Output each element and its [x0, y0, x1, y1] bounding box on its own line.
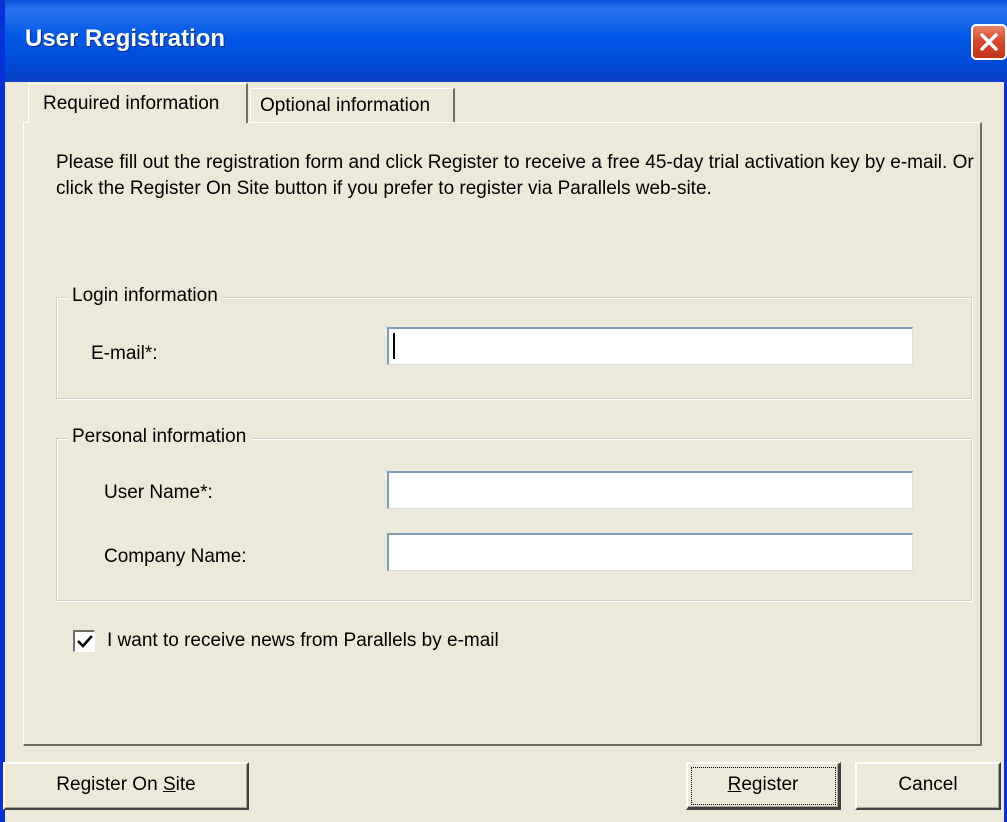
company-label: Company Name:: [104, 546, 247, 567]
register-on-site-button[interactable]: Register On Site: [3, 762, 249, 810]
newsletter-label[interactable]: I want to receive news from Parallels by…: [107, 630, 499, 652]
company-field[interactable]: [387, 533, 913, 571]
group-legend: Personal information: [67, 426, 252, 448]
tab-required-information[interactable]: Required information: [28, 83, 248, 123]
username-field[interactable]: [387, 471, 913, 509]
email-field[interactable]: [387, 327, 913, 365]
button-label-part: ite: [175, 774, 196, 795]
text-caret: [393, 333, 395, 359]
register-button[interactable]: Register: [686, 762, 841, 810]
button-label-part: egister: [741, 774, 799, 795]
close-button[interactable]: [971, 24, 1007, 60]
tab-label: Optional information: [260, 95, 431, 116]
tab-optional-information[interactable]: Optional information: [250, 88, 455, 123]
checkmark-icon: [77, 635, 93, 648]
personal-information-group: Personal information: [56, 426, 972, 601]
accelerator-key: R: [727, 774, 742, 795]
intro-text: Please fill out the registration form an…: [56, 152, 974, 199]
group-legend: Login information: [67, 285, 223, 307]
cancel-button[interactable]: Cancel: [855, 762, 1001, 810]
username-label: User Name*:: [104, 482, 213, 503]
window-title: User Registration: [25, 25, 226, 52]
accelerator-key: S: [162, 774, 176, 795]
close-icon: [980, 33, 998, 51]
email-label: E-mail*:: [91, 343, 158, 364]
newsletter-checkbox[interactable]: [73, 630, 95, 652]
tab-label: Required information: [43, 93, 220, 114]
button-label-part: Register On: [56, 774, 163, 795]
title-bar[interactable]: User Registration: [5, 0, 1007, 82]
